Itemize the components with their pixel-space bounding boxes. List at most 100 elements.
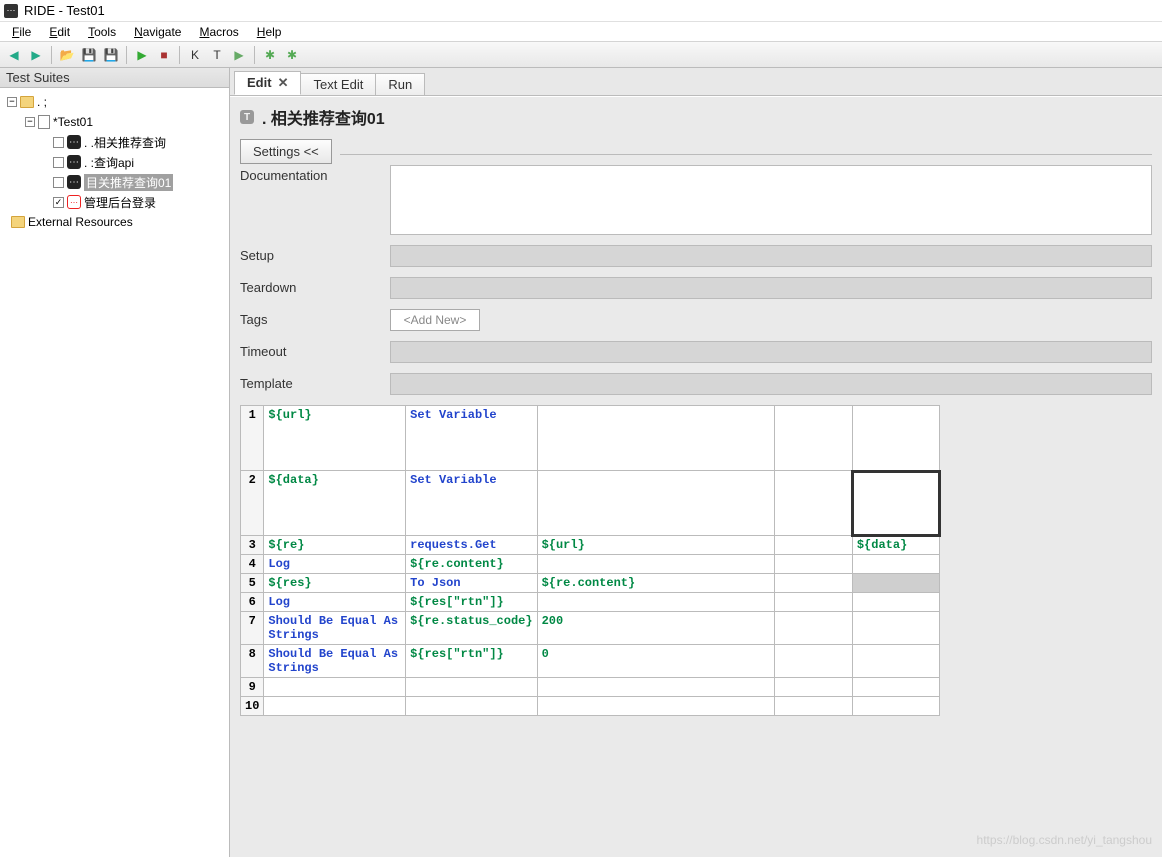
cell[interactable] (774, 574, 852, 593)
cell[interactable]: Log (264, 555, 406, 574)
cell[interactable]: requests.Get (406, 536, 537, 555)
template-field[interactable] (390, 373, 1152, 395)
teardown-field[interactable] (390, 277, 1152, 299)
cell[interactable]: ${re.content} (406, 555, 537, 574)
cell[interactable] (852, 678, 939, 697)
cell[interactable] (852, 612, 939, 645)
expand-icon[interactable]: − (25, 117, 35, 127)
tree-case[interactable]: ⋯. :查询api (2, 152, 227, 172)
tree-suite[interactable]: − *Test01 (2, 112, 227, 132)
cell[interactable] (852, 555, 939, 574)
tree-external[interactable]: External Resources (2, 212, 227, 232)
cell[interactable] (774, 593, 852, 612)
cell[interactable]: Should Be Equal As Strings (264, 645, 406, 678)
cell[interactable] (406, 678, 537, 697)
table-row[interactable]: 6Log${res["rtn"]} (241, 593, 940, 612)
cell[interactable] (537, 471, 774, 536)
tab-run[interactable]: Run (375, 73, 425, 95)
cell[interactable] (852, 697, 939, 716)
menu-edit[interactable]: Edit (41, 23, 78, 41)
toolbar-btn-play-green[interactable]: ▶ (132, 45, 152, 65)
cell[interactable]: ${data} (852, 536, 939, 555)
checkbox[interactable] (53, 157, 64, 168)
cell[interactable]: 0 (537, 645, 774, 678)
cell[interactable] (852, 645, 939, 678)
table-row[interactable]: 1${url}Set Variable (241, 406, 940, 471)
close-icon[interactable]: ✕ (278, 75, 289, 90)
table-row[interactable]: 9 (241, 678, 940, 697)
cell[interactable] (537, 593, 774, 612)
cell[interactable] (774, 678, 852, 697)
cell[interactable]: 200 (537, 612, 774, 645)
toolbar-btn-save2[interactable]: 💾 (101, 45, 121, 65)
cell[interactable] (774, 471, 852, 536)
cell[interactable] (774, 645, 852, 678)
tree-root[interactable]: − . ; (2, 92, 227, 112)
toolbar-btn-debug[interactable]: ✱ (260, 45, 280, 65)
cell[interactable]: ${re} (264, 536, 406, 555)
table-row[interactable]: 8Should Be Equal As Strings${res["rtn"]}… (241, 645, 940, 678)
menu-macros[interactable]: Macros (191, 23, 246, 41)
cell[interactable]: To Json (406, 574, 537, 593)
cell[interactable] (774, 555, 852, 574)
cell[interactable] (774, 406, 852, 471)
settings-toggle-button[interactable]: Settings << (240, 139, 332, 164)
checkbox[interactable]: ✓ (53, 197, 64, 208)
table-row[interactable]: 10 (241, 697, 940, 716)
keyword-table[interactable]: 1${url}Set Variable2${data}Set Variable3… (240, 405, 940, 716)
cell[interactable] (852, 406, 939, 471)
documentation-field[interactable] (390, 165, 1152, 235)
cell[interactable] (406, 697, 537, 716)
toolbar-btn-debug2[interactable]: ✱ (282, 45, 302, 65)
table-row[interactable]: 2${data}Set Variable (241, 471, 940, 536)
cell[interactable]: Set Variable (406, 406, 537, 471)
tags-add-new-field[interactable]: <Add New> (390, 309, 480, 331)
menu-help[interactable]: Help (249, 23, 290, 41)
cell[interactable]: ${data} (264, 471, 406, 536)
cell[interactable] (852, 471, 939, 536)
toolbar-btn-forward[interactable]: ▶ (26, 45, 46, 65)
menu-file[interactable]: File (4, 23, 39, 41)
expand-icon[interactable]: − (7, 97, 17, 107)
cell[interactable] (774, 697, 852, 716)
cell[interactable] (537, 697, 774, 716)
cell[interactable] (537, 555, 774, 574)
tree-case[interactable]: ⋯. .相关推荐查询 (2, 132, 227, 152)
cell[interactable] (852, 593, 939, 612)
cell[interactable] (537, 678, 774, 697)
table-row[interactable]: 3${re}requests.Get${url}${data} (241, 536, 940, 555)
cell[interactable] (264, 678, 406, 697)
table-row[interactable]: 7Should Be Equal As Strings${re.status_c… (241, 612, 940, 645)
setup-field[interactable] (390, 245, 1152, 267)
cell[interactable]: ${url} (537, 536, 774, 555)
cell[interactable]: Log (264, 593, 406, 612)
timeout-field[interactable] (390, 341, 1152, 363)
tab-edit[interactable]: Edit✕ (234, 71, 301, 95)
checkbox[interactable] (53, 177, 64, 188)
cell[interactable]: ${res["rtn"]} (406, 593, 537, 612)
toolbar-btn-save[interactable]: 💾 (79, 45, 99, 65)
toolbar-btn-text-t[interactable]: T (207, 45, 227, 65)
toolbar-btn-back[interactable]: ◀ (4, 45, 24, 65)
table-row[interactable]: 5${res}To Json${re.content} (241, 574, 940, 593)
tree[interactable]: − . ; − *Test01 ⋯. .相关推荐查询⋯. :查询api⋯目关推荐… (0, 88, 229, 857)
toolbar-btn-open[interactable]: 📂 (57, 45, 77, 65)
toolbar-btn-play2[interactable]: ▶ (229, 45, 249, 65)
cell[interactable] (852, 574, 939, 593)
tab-text-edit[interactable]: Text Edit (300, 73, 376, 95)
cell[interactable]: ${re.content} (537, 574, 774, 593)
cell[interactable]: ${res} (264, 574, 406, 593)
cell[interactable] (774, 612, 852, 645)
cell[interactable] (774, 536, 852, 555)
cell[interactable] (264, 697, 406, 716)
cell[interactable]: ${res["rtn"]} (406, 645, 537, 678)
cell[interactable]: Should Be Equal As Strings (264, 612, 406, 645)
cell[interactable]: ${re.status_code} (406, 612, 537, 645)
cell[interactable]: ${url} (264, 406, 406, 471)
cell[interactable] (537, 406, 774, 471)
toolbar-btn-keyword-k[interactable]: K (185, 45, 205, 65)
tree-case[interactable]: ✓管理后台登录 (2, 192, 227, 212)
menu-navigate[interactable]: Navigate (126, 23, 189, 41)
table-row[interactable]: 4Log${re.content} (241, 555, 940, 574)
cell[interactable]: Set Variable (406, 471, 537, 536)
